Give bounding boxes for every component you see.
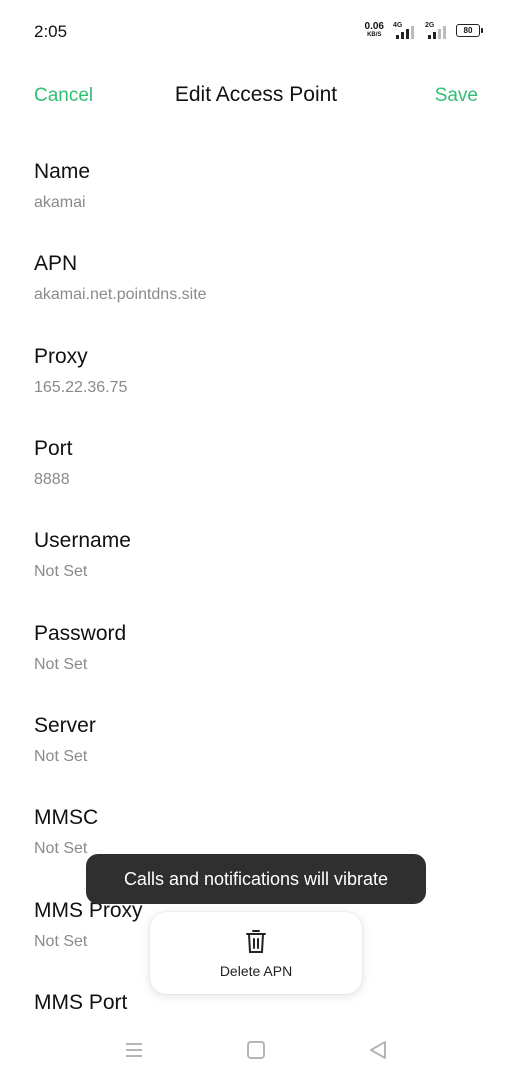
save-button[interactable]: Save bbox=[435, 85, 478, 107]
field-value: 8888 bbox=[34, 471, 70, 488]
battery-icon: 80 bbox=[456, 24, 483, 37]
trash-icon bbox=[246, 930, 266, 953]
field-value: Not Set bbox=[34, 563, 88, 580]
field-value: Not Set bbox=[34, 933, 88, 950]
delete-apn-label: Delete APN bbox=[219, 963, 293, 979]
field-proxy[interactable]: Proxy 165.22.36.75 bbox=[34, 345, 478, 425]
back-icon[interactable] bbox=[366, 1038, 390, 1062]
field-apn[interactable]: APN akamai.net.pointdns.site bbox=[34, 252, 478, 332]
field-label: MMSC bbox=[34, 806, 99, 829]
status-time: 2:05 bbox=[34, 22, 68, 41]
field-label: APN bbox=[34, 252, 78, 275]
home-icon[interactable] bbox=[244, 1038, 268, 1062]
field-label: Name bbox=[34, 160, 91, 183]
field-label: Server bbox=[34, 714, 96, 737]
delete-apn-button[interactable]: Delete APN bbox=[150, 912, 362, 994]
field-value: Not Set bbox=[34, 840, 88, 857]
toast-message: Calls and notifications will vibrate bbox=[86, 854, 426, 904]
field-label: Proxy bbox=[34, 345, 88, 368]
field-port[interactable]: Port 8888 bbox=[34, 437, 478, 517]
field-label: Port bbox=[34, 437, 73, 460]
field-value: 165.22.36.75 bbox=[34, 379, 128, 396]
field-value: akamai bbox=[34, 194, 86, 211]
navigation-bar bbox=[0, 1030, 512, 1070]
network-speed-unit: KB/S bbox=[367, 32, 382, 38]
field-label: Username bbox=[34, 529, 131, 552]
field-password[interactable]: Password Not Set bbox=[34, 622, 478, 702]
field-server[interactable]: Server Not Set bbox=[34, 714, 478, 794]
network-speed: 0.06 KB/S bbox=[365, 22, 384, 39]
field-name[interactable]: Name akamai bbox=[34, 160, 478, 240]
menu-icon[interactable] bbox=[122, 1038, 146, 1062]
header: Cancel Edit Access Point Save bbox=[0, 72, 512, 120]
field-label: MMS Port bbox=[34, 991, 128, 1014]
status-indicators: 0.06 KB/S 4G 2G 80 bbox=[365, 22, 483, 39]
field-value: Not Set bbox=[34, 656, 88, 673]
network-speed-value: 0.06 bbox=[364, 21, 384, 32]
field-username[interactable]: Username Not Set bbox=[34, 529, 478, 609]
field-value: Not Set bbox=[34, 748, 88, 765]
field-label: Password bbox=[34, 622, 127, 645]
field-value: akamai.net.pointdns.site bbox=[34, 286, 207, 303]
signal-4g-icon: 4G bbox=[392, 22, 416, 39]
signal-2g-icon: 2G bbox=[424, 22, 448, 39]
status-bar: 2:05 0.06 KB/S 4G 2G 80 bbox=[0, 0, 512, 64]
field-mms-port[interactable]: MMS Port bbox=[34, 991, 478, 1031]
